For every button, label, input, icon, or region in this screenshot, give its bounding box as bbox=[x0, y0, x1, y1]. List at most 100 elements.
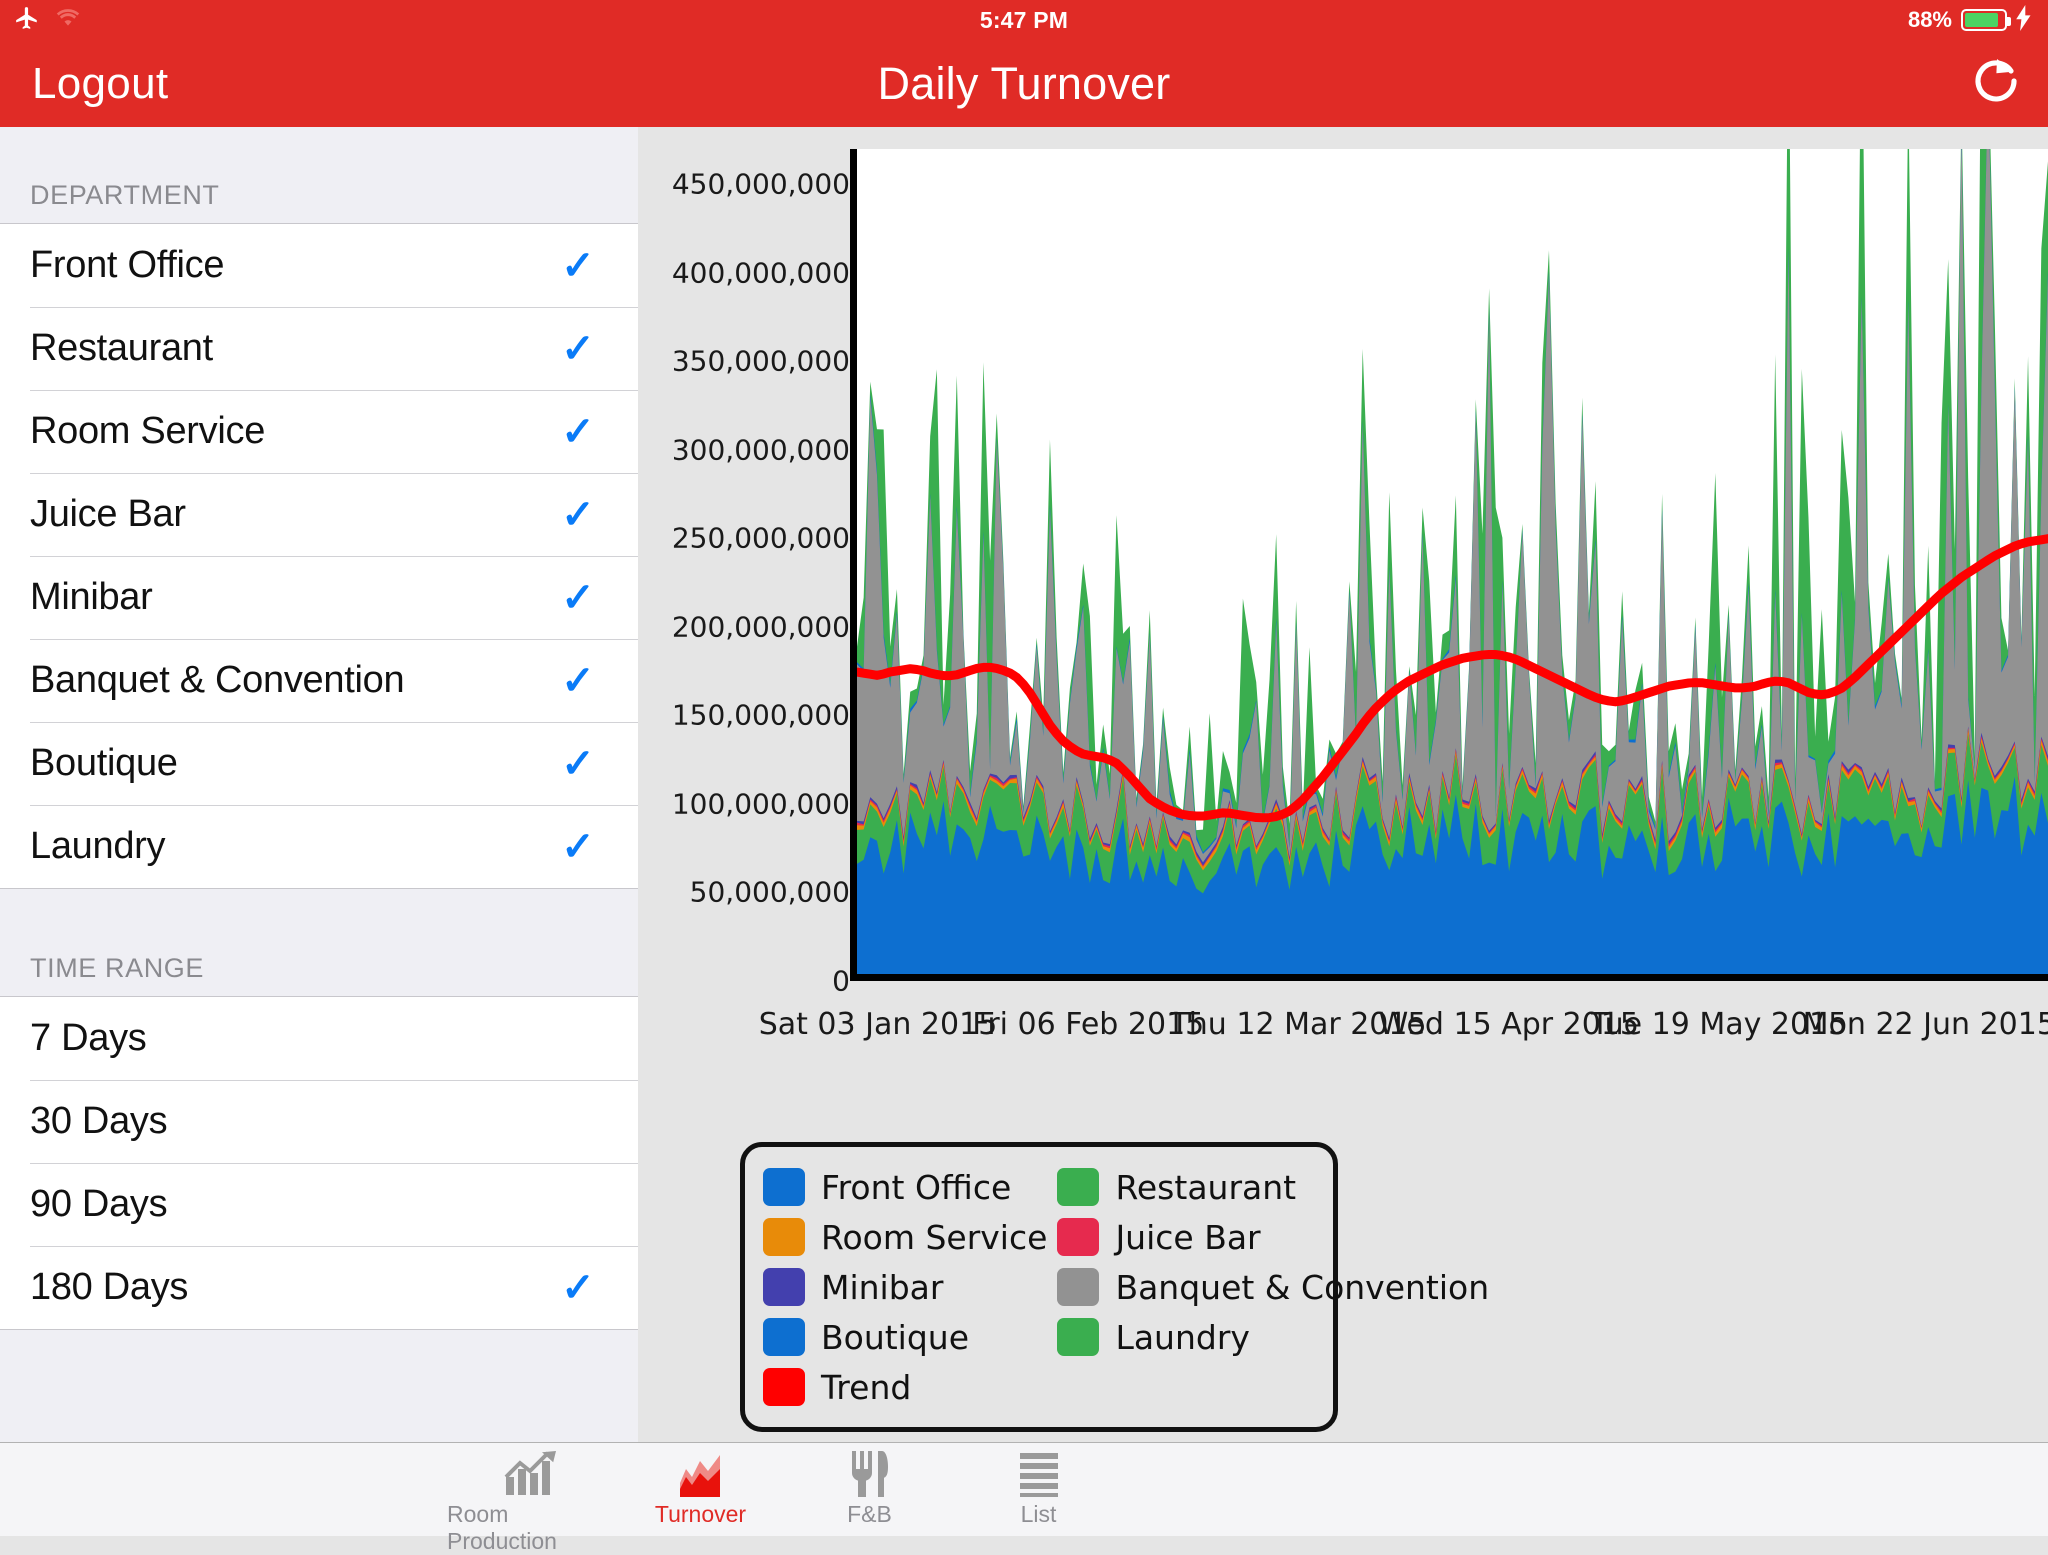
legend-item-trend: Trend bbox=[763, 1363, 1047, 1411]
legend-item-banquet-convention: Banquet & Convention bbox=[1057, 1263, 1489, 1311]
legend-swatch bbox=[763, 1368, 805, 1406]
sidebar-item-30-days[interactable]: 30 Days ✓ bbox=[0, 1080, 638, 1163]
checkmark-icon: ✓ bbox=[561, 1265, 595, 1310]
time-range-section-header: TIME RANGE bbox=[0, 889, 638, 996]
checkmark-icon: ✓ bbox=[561, 575, 595, 620]
tab-label: F&B bbox=[847, 1501, 892, 1527]
status-bar-time: 5:47 PM bbox=[979, 6, 1069, 33]
legend-label: Juice Bar bbox=[1115, 1217, 1261, 1257]
chart-y-axis-labels: 0 50,000,000 100,000,000 150,000,000 200,000… bbox=[638, 127, 850, 1127]
y-axis-tick: 100,000,000 bbox=[671, 787, 850, 821]
sidebar-item-label: Juice Bar bbox=[30, 493, 186, 535]
legend-item-juice-bar: Juice Bar bbox=[1057, 1213, 1489, 1261]
y-axis-tick: 250,000,000 bbox=[671, 521, 850, 555]
sidebar-item-restaurant[interactable]: Restaurant ✓ bbox=[0, 307, 638, 390]
y-axis-tick: 50,000,000 bbox=[689, 875, 850, 909]
sidebar-item-label: 90 Days bbox=[30, 1183, 168, 1225]
legend-label: Boutique bbox=[821, 1317, 970, 1357]
tab-label: Room Production bbox=[447, 1501, 557, 1554]
y-axis-tick: 450,000,000 bbox=[671, 167, 850, 201]
area-chart-icon bbox=[678, 1451, 724, 1497]
legend-swatch bbox=[763, 1268, 805, 1306]
charging-bolt-icon bbox=[2016, 4, 2032, 36]
checkmark-icon: ✓ bbox=[561, 243, 595, 288]
sidebar-item-7-days[interactable]: 7 Days ✓ bbox=[0, 997, 638, 1080]
legend-swatch bbox=[1057, 1318, 1100, 1356]
refresh-button[interactable] bbox=[1970, 40, 2022, 127]
tab-label: Turnover bbox=[654, 1501, 747, 1527]
legend-item-minibar: Minibar bbox=[763, 1263, 1047, 1311]
legend-label: Restaurant bbox=[1115, 1167, 1297, 1207]
battery-percent-label: 88% bbox=[1907, 7, 1952, 32]
sidebar-item-banquet-convention[interactable]: Banquet & Convention ✓ bbox=[0, 639, 638, 722]
x-axis-tick: Sat 03 Jan 2015 bbox=[758, 1007, 998, 1042]
sidebar-item-juice-bar[interactable]: Juice Bar ✓ bbox=[0, 473, 638, 556]
sidebar-item-label: Front Office bbox=[30, 244, 225, 286]
tab-list[interactable]: List bbox=[954, 1443, 1123, 1537]
y-axis-tick: 150,000,000 bbox=[671, 698, 850, 732]
y-axis-tick: 300,000,000 bbox=[671, 433, 850, 467]
tab-label: List bbox=[1020, 1501, 1057, 1527]
chart-x-axis-labels: Sat 03 Jan 2015 Fri 06 Feb 2015 Thu 12 Mar… bbox=[759, 1007, 2048, 1057]
sidebar-item-label: 180 Days bbox=[30, 1266, 189, 1308]
legend-swatch bbox=[1057, 1268, 1100, 1306]
legend-label: Laundry bbox=[1115, 1317, 1250, 1357]
status-bar: 5:47 PM 88% bbox=[0, 0, 2048, 40]
legend-label: Room Service bbox=[821, 1217, 1048, 1257]
checkmark-icon: ✓ bbox=[561, 741, 595, 786]
fork-knife-icon bbox=[850, 1451, 890, 1497]
sidebar-item-label: 7 Days bbox=[30, 1017, 147, 1059]
department-list[interactable]: Front Office ✓ Restaurant ✓ Room Service… bbox=[0, 224, 638, 888]
divider bbox=[0, 1329, 638, 1330]
sidebar-item-front-office[interactable]: Front Office ✓ bbox=[0, 224, 638, 307]
chart-svg bbox=[857, 149, 2048, 974]
tab-turnover[interactable]: Turnover bbox=[616, 1443, 785, 1537]
sidebar-item-laundry[interactable]: Laundry ✓ bbox=[0, 805, 638, 888]
status-bar-right: 88% bbox=[1908, 0, 2032, 40]
legend-item-boutique: Boutique bbox=[763, 1313, 1047, 1361]
legend-item-restaurant: Restaurant bbox=[1057, 1163, 1489, 1211]
checkmark-icon: ✓ bbox=[561, 658, 595, 703]
sidebar-item-label: Laundry bbox=[30, 825, 166, 867]
department-section-header: DEPARTMENT bbox=[0, 127, 638, 223]
nav-bar: Logout Daily Turnover bbox=[0, 40, 2048, 127]
y-axis-tick: 400,000,000 bbox=[671, 256, 850, 290]
legend-label: Trend bbox=[821, 1367, 912, 1407]
turnover-chart: 0 50,000,000 100,000,000 150,000,000 200,000… bbox=[638, 127, 2048, 1127]
page-title: Daily Turnover bbox=[877, 57, 1171, 109]
sidebar-item-label: Restaurant bbox=[30, 327, 213, 369]
sidebar-item-minibar[interactable]: Minibar ✓ bbox=[0, 556, 638, 639]
legend-swatch bbox=[763, 1168, 805, 1206]
sidebar-item-room-service[interactable]: Room Service ✓ bbox=[0, 390, 638, 473]
x-axis-tick: Fri 06 Feb 2015 bbox=[972, 1007, 1205, 1042]
legend-item-front-office: Front Office bbox=[763, 1163, 1047, 1211]
checkmark-icon: ✓ bbox=[561, 824, 595, 869]
legend-swatch bbox=[1057, 1168, 1100, 1206]
x-axis-tick: Mon 22 Jun 2015 bbox=[1802, 1007, 2048, 1042]
legend-swatch bbox=[763, 1318, 805, 1356]
chart-plot-area bbox=[850, 149, 2048, 981]
sidebar-item-label: 30 Days bbox=[30, 1100, 168, 1142]
refresh-icon bbox=[1970, 54, 2022, 113]
tab-room-production[interactable]: Room Production bbox=[447, 1443, 616, 1554]
checkmark-icon: ✓ bbox=[561, 409, 595, 454]
content-area: 0 50,000,000 100,000,000 150,000,000 200,000… bbox=[638, 127, 2048, 1442]
tab-bar[interactable]: Room Production Turnover F&B List bbox=[0, 1442, 2048, 1554]
sidebar-item-180-days[interactable]: 180 Days ✓ bbox=[0, 1246, 638, 1329]
chart-legend: Front Office Restaurant Room Service Jui… bbox=[740, 1142, 1489, 1432]
y-axis-tick: 0 bbox=[832, 964, 850, 998]
time-range-list[interactable]: 7 Days ✓ 30 Days ✓ 90 Days ✓ 180 Days ✓ bbox=[0, 997, 638, 1329]
list-lines-icon bbox=[1018, 1451, 1060, 1497]
bar-chart-arrow-icon bbox=[504, 1451, 560, 1497]
legend-label: Banquet & Convention bbox=[1115, 1267, 1490, 1307]
checkmark-icon: ✓ bbox=[561, 326, 595, 371]
legend-label: Minibar bbox=[821, 1267, 944, 1307]
y-axis-tick: 200,000,000 bbox=[671, 610, 850, 644]
legend-item-room-service: Room Service bbox=[763, 1213, 1047, 1261]
sidebar-item-boutique[interactable]: Boutique ✓ bbox=[0, 722, 638, 805]
sidebar-item-label: Room Service bbox=[30, 410, 266, 452]
sidebar[interactable]: DEPARTMENT Front Office ✓ Restaurant ✓ R… bbox=[0, 127, 638, 1442]
sidebar-item-90-days[interactable]: 90 Days ✓ bbox=[0, 1163, 638, 1246]
tab-fb[interactable]: F&B bbox=[785, 1443, 954, 1537]
legend-label: Front Office bbox=[821, 1167, 1012, 1207]
